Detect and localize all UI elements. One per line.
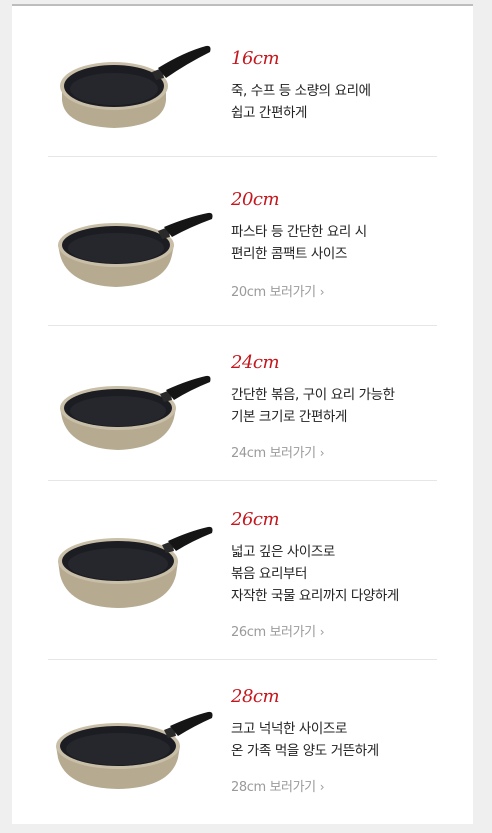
description-line: 크고 넉넉한 사이즈로 [231,721,347,737]
view-24cm-link[interactable]: 24cm 보러가기 › [231,442,325,461]
description-line: 쉽고 간편하게 [231,105,308,121]
view-26cm-link[interactable]: 26cm 보러가기 › [231,621,325,640]
size-description: 간단한 볶음, 구이 요리 가능한 기본 크기로 간편하게 [231,384,395,428]
description-line: 자작한 국물 요리까지 다양하게 [231,588,399,604]
link-label: 28cm 보러가기 [231,780,316,795]
frying-pan-20cm-image [58,212,213,287]
divider [48,480,437,481]
frying-pan-24cm-image [60,375,211,450]
frying-pan-16cm-image [60,45,211,128]
divider [48,659,437,660]
product-size-card: 16cm 죽, 수프 등 소량의 요리에 쉽고 간편하게 20cm 파스타 등 … [12,4,473,824]
divider [48,325,437,326]
size-label: 16cm [231,48,280,69]
link-label: 24cm 보러가기 [231,446,316,461]
chevron-right-icon: › [319,625,325,639]
chevron-right-icon: › [319,446,325,460]
description-line: 간단한 볶음, 구이 요리 가능한 [231,387,395,403]
size-description: 크고 넉넉한 사이즈로 온 가족 먹을 양도 거뜬하게 [231,718,379,762]
size-description: 죽, 수프 등 소량의 요리에 쉽고 간편하게 [231,80,371,124]
size-label: 24cm [231,352,280,373]
description-line: 기본 크기로 간편하게 [231,409,347,425]
description-line: 볶음 요리부터 [231,566,308,582]
size-description: 넓고 깊은 사이즈로 볶음 요리부터 자작한 국물 요리까지 다양하게 [231,541,399,607]
description-line: 온 가족 먹을 양도 거뜬하게 [231,743,379,759]
chevron-right-icon: › [319,780,325,794]
description-line: 넓고 깊은 사이즈로 [231,544,335,560]
size-description: 파스타 등 간단한 요리 시 편리한 콤팩트 사이즈 [231,221,367,265]
frying-pan-28cm-image [56,711,213,789]
size-label: 28cm [231,686,280,707]
link-label: 26cm 보러가기 [231,625,316,640]
view-28cm-link[interactable]: 28cm 보러가기 › [231,776,325,795]
size-label: 20cm [231,189,280,210]
link-label: 20cm 보러가기 [231,285,316,300]
size-label: 26cm [231,509,280,530]
description-line: 파스타 등 간단한 요리 시 [231,224,367,240]
description-line: 편리한 콤팩트 사이즈 [231,246,347,262]
frying-pan-26cm-image [58,526,213,608]
description-line: 죽, 수프 등 소량의 요리에 [231,83,371,99]
divider [48,156,437,157]
view-20cm-link[interactable]: 20cm 보러가기 › [231,281,325,300]
chevron-right-icon: › [319,285,325,299]
